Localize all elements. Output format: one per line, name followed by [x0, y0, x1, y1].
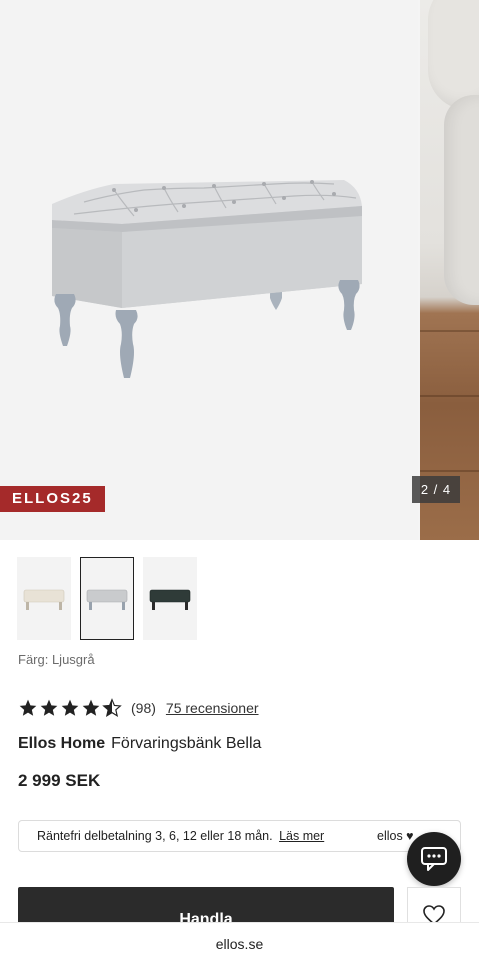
thumbnail-beige[interactable]: [17, 557, 71, 640]
thumbnail-light-grey[interactable]: [80, 557, 134, 640]
product-price: 2 999 SEK: [18, 771, 101, 790]
product-name: Förvaringsbänk Bella: [111, 735, 262, 752]
chat-icon: [421, 847, 447, 871]
url-text: ellos.se: [215, 936, 264, 952]
product-title: Ellos Home Förvaringsbänk Bella: [18, 735, 261, 753]
read-more-link[interactable]: Läs mer: [279, 829, 324, 843]
installment-banner: Räntefri delbetalning 3, 6, 12 eller 18 …: [18, 820, 461, 852]
sofa-cushion: [428, 0, 479, 110]
star-icon: [82, 699, 100, 716]
bench-thumbnail-icon: [23, 589, 65, 610]
chat-button[interactable]: [407, 832, 461, 886]
installment-description: Räntefri delbetalning 3, 6, 12 eller 18 …: [37, 829, 273, 843]
selected-color-label: Färg: Ljusgrå: [18, 652, 95, 667]
star-icon: [19, 699, 37, 716]
image-counter: 2 / 4: [412, 476, 460, 503]
storage-bench-image: [52, 180, 362, 378]
star-icon: [61, 699, 79, 716]
product-brand[interactable]: Ellos Home: [18, 735, 105, 752]
rating-row: (98) 75 recensioner: [18, 698, 259, 718]
bench-thumbnail-icon: [149, 589, 191, 610]
star-icon: [40, 699, 58, 716]
star-half-icon: [102, 698, 122, 717]
promo-badge: ELLOS25: [0, 486, 105, 512]
reviews-link[interactable]: 75 recensioner: [166, 700, 259, 716]
bench-thumbnail-icon: [86, 589, 128, 610]
thumbnail-dark-green[interactable]: [143, 557, 197, 640]
star-rating: [18, 698, 122, 718]
product-image-main[interactable]: [0, 0, 418, 540]
product-gallery[interactable]: ELLOS25 2 / 4: [0, 0, 479, 540]
installment-text: Räntefri delbetalning 3, 6, 12 eller 18 …: [37, 829, 324, 843]
browser-url-bar[interactable]: ellos.se: [0, 922, 479, 960]
color-thumbnails: [17, 557, 197, 640]
sofa-cushion: [444, 95, 479, 305]
rating-count: (98): [131, 700, 156, 716]
product-image-next[interactable]: [420, 0, 479, 540]
ellos-pay-logo: ellos ♥: [377, 829, 414, 843]
